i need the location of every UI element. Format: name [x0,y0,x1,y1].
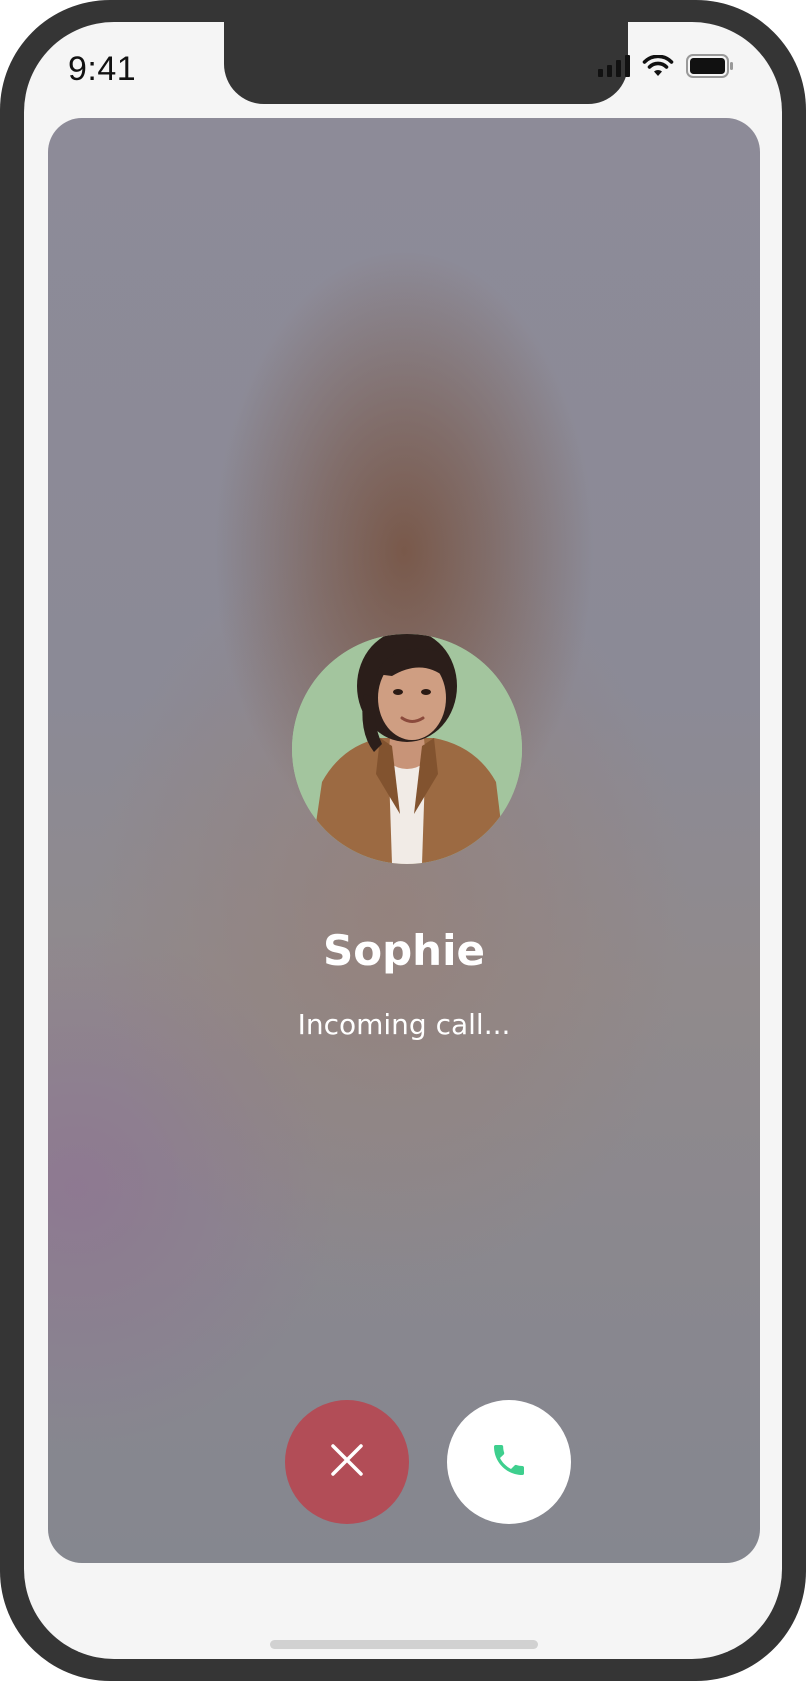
close-icon [329,1442,365,1483]
caller-name: Sophie [323,926,485,975]
wifi-icon [642,54,674,82]
avatar [292,634,522,864]
accept-call-button[interactable] [447,1400,571,1524]
caller-photo [292,634,522,864]
status-time: 9:41 [68,50,137,88]
status-icons [598,54,734,83]
call-status: Incoming call... [297,1008,511,1041]
device-notch [224,22,628,104]
phone-screen: 9:41 Sophie Incoming call... [24,22,782,1659]
decline-call-button[interactable] [285,1400,409,1524]
incoming-call-card: Sophie Incoming call... [48,118,760,1563]
cellular-signal-icon [598,55,630,82]
battery-icon [686,54,734,83]
home-indicator[interactable] [270,1640,538,1649]
phone-frame: 9:41 Sophie Incoming call... [0,0,806,1681]
phone-icon [489,1440,529,1485]
